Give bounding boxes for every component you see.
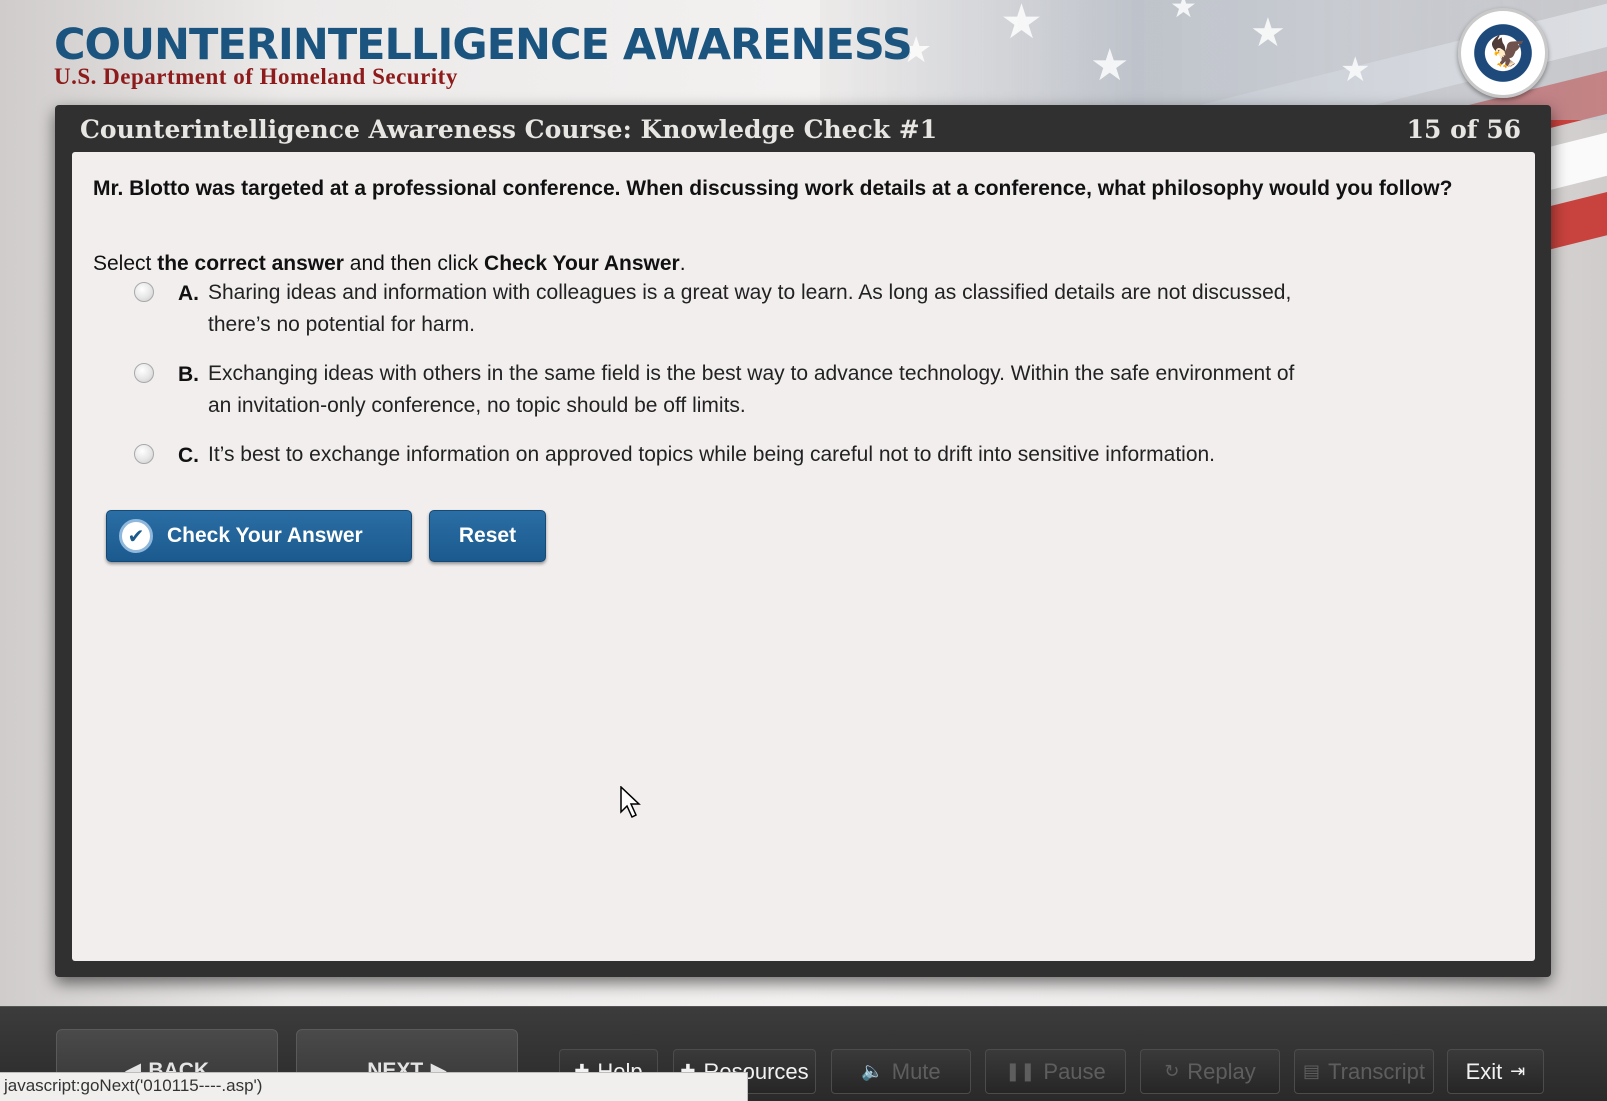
question-content: Mr. Blotto was targeted at a professiona…: [72, 152, 1535, 961]
question-text: Mr. Blotto was targeted at a professiona…: [93, 177, 1453, 200]
option-c-letter: C.: [178, 444, 199, 467]
option-a-text[interactable]: Sharing ideas and information with colle…: [208, 277, 1318, 341]
instruction-bold-2: Check Your Answer: [484, 252, 680, 275]
course-title: COUNTERINTELLIGENCE AWARENESS: [54, 20, 913, 70]
checkmark-icon: ✔: [119, 519, 153, 553]
transcript-button[interactable]: ▤ Transcript: [1294, 1049, 1434, 1094]
document-icon: ▤: [1303, 1061, 1321, 1082]
mute-label: Mute: [891, 1058, 941, 1084]
option-a-letter: A.: [178, 282, 199, 305]
option-b-radio[interactable]: [134, 363, 154, 383]
check-answer-button[interactable]: ✔ Check Your Answer: [106, 510, 412, 562]
option-c-text[interactable]: It’s best to exchange information on app…: [208, 439, 1318, 471]
instruction-text: Select the correct answer and then click…: [93, 252, 686, 276]
option-c-radio[interactable]: [134, 444, 154, 464]
instruction-prefix: Select: [93, 252, 158, 275]
exit-button[interactable]: Exit ⇥: [1447, 1049, 1544, 1094]
department-subtitle: U.S. Department of Homeland Security: [54, 64, 458, 89]
reset-label: Reset: [458, 524, 517, 547]
panel-title: Counterintelligence Awareness Course: Kn…: [80, 115, 938, 144]
speaker-icon: 🔈: [861, 1061, 884, 1082]
transcript-label: Transcript: [1328, 1058, 1425, 1084]
instruction-suffix: .: [679, 252, 686, 275]
option-a-radio[interactable]: [134, 282, 154, 302]
dhs-seal-icon: 🦅: [1458, 8, 1548, 98]
option-b-letter: B.: [178, 363, 199, 386]
replay-icon: ↻: [1164, 1061, 1180, 1082]
mouse-cursor-icon: [620, 786, 641, 819]
browser-status-bar: javascript:goNext('010115----.asp'): [0, 1072, 748, 1101]
instruction-mid: and then click: [343, 252, 485, 275]
replay-button[interactable]: ↻ Replay: [1140, 1049, 1280, 1094]
reset-button[interactable]: Reset: [429, 510, 546, 562]
option-b-text[interactable]: Exchanging ideas with others in the same…: [208, 358, 1318, 422]
exit-label: Exit: [1465, 1058, 1503, 1084]
mute-button[interactable]: 🔈 Mute: [831, 1049, 971, 1094]
knowledge-check-panel: Counterintelligence Awareness Course: Kn…: [55, 105, 1551, 977]
instruction-bold-1: the correct answer: [157, 252, 344, 275]
pause-icon: ❚❚: [1005, 1061, 1036, 1082]
pause-button[interactable]: ❚❚ Pause: [985, 1049, 1126, 1094]
pause-label: Pause: [1043, 1058, 1106, 1084]
replay-label: Replay: [1187, 1058, 1256, 1084]
page-indicator: 15 of 56: [1406, 115, 1521, 144]
eagle-icon: 🦅: [1489, 36, 1527, 69]
exit-icon: ⇥: [1510, 1061, 1526, 1082]
check-answer-label: Check Your Answer: [167, 524, 363, 547]
